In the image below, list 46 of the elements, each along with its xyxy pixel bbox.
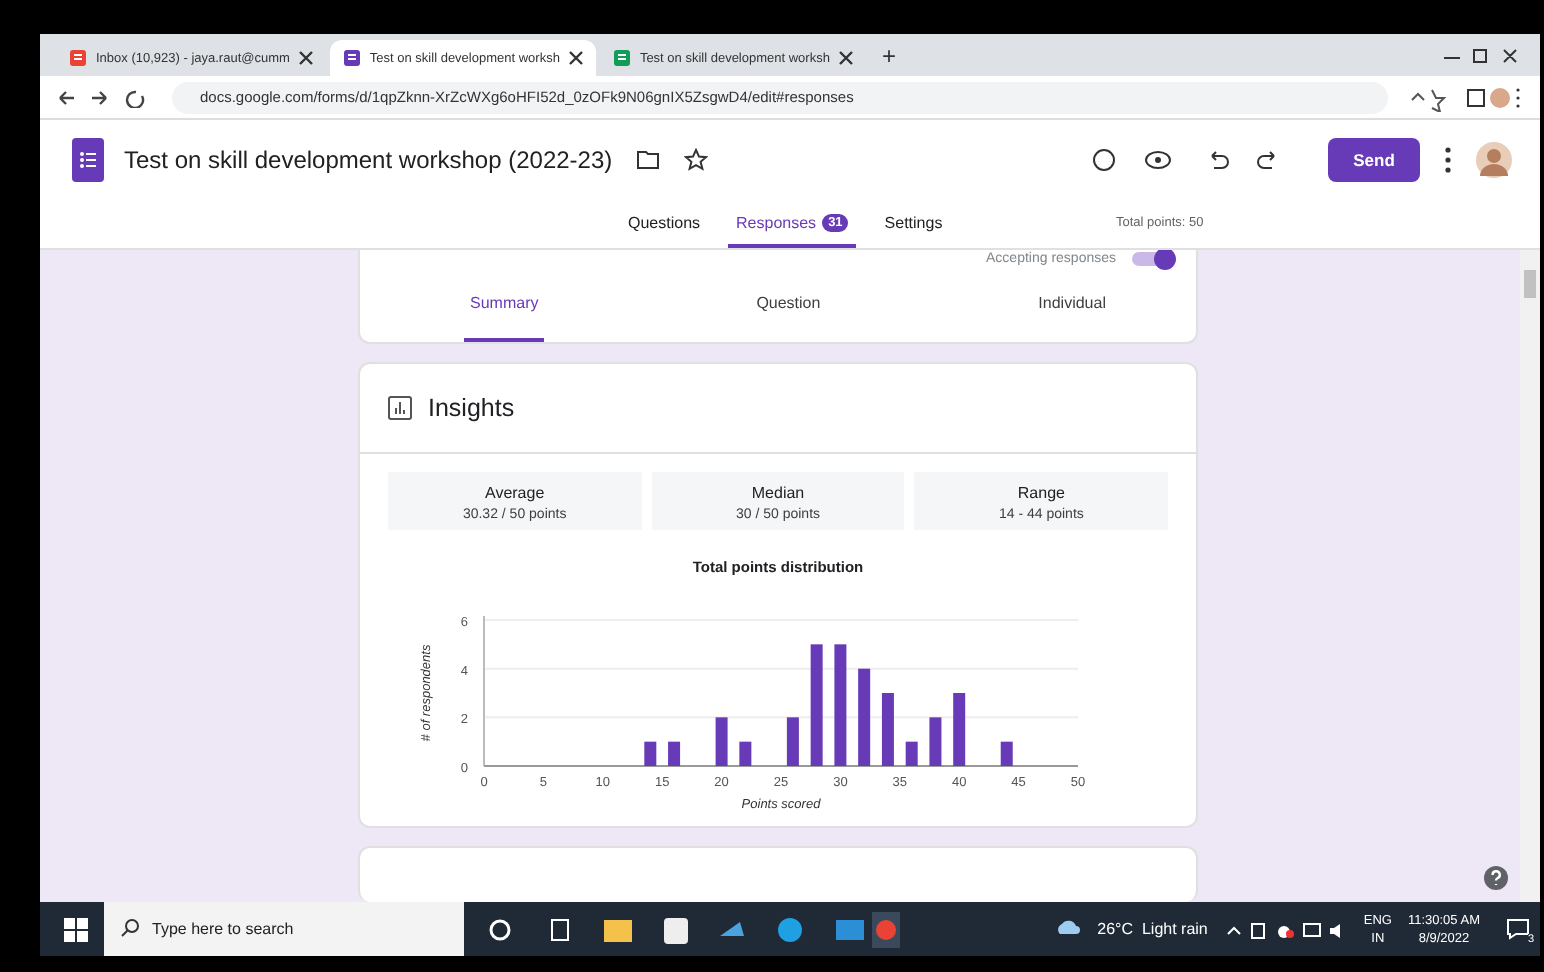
form-nav-tab[interactable]: Settings: [876, 200, 951, 248]
view-tab[interactable]: Individual: [1032, 266, 1112, 342]
chart-bar: [786, 717, 799, 766]
insights-title: Insights: [428, 394, 515, 422]
help-icon[interactable]: [1484, 866, 1508, 890]
form-title: Test on skill development workshop (2022-23): [124, 146, 613, 174]
search-icon: [120, 918, 140, 938]
chart-bar: [953, 693, 966, 766]
star-icon[interactable]: [684, 148, 709, 172]
new-tab-button[interactable]: +: [869, 41, 908, 69]
window-controls-icon[interactable]: [1440, 45, 1520, 65]
chart-bar: [715, 717, 728, 766]
weather-text: 26°C Light rain: [1097, 920, 1208, 938]
app-favicon-icon: [611, 48, 632, 68]
chart-bar: [834, 644, 847, 766]
avatar-icon[interactable]: [1476, 142, 1512, 178]
form-nav-tab[interactable]: Questions: [620, 200, 709, 248]
scrollbar[interactable]: [1520, 250, 1540, 902]
windows-start-icon[interactable]: [64, 917, 88, 941]
stat-label: Average: [485, 484, 545, 502]
forms-logo-icon: [72, 138, 104, 182]
chart-icon: [388, 396, 412, 420]
chart-bar: [881, 693, 894, 766]
chart-bar: [739, 741, 752, 766]
chart-bar: [1000, 741, 1013, 766]
chart-bar: [929, 717, 942, 766]
notification-icon: [1506, 918, 1530, 940]
chart-bar: [644, 741, 657, 766]
taskbar-search-field[interactable]: Type here to search: [104, 902, 464, 956]
close-icon[interactable]: [567, 50, 584, 66]
view-tab[interactable]: Question: [750, 266, 827, 342]
accepting-responses-toggle[interactable]: [1132, 251, 1172, 265]
more-icon[interactable]: [1444, 146, 1452, 174]
app-favicon-icon: [341, 48, 362, 68]
view-tab[interactable]: Summary: [464, 266, 545, 342]
chart-bar: [668, 741, 681, 766]
folder-icon[interactable]: [636, 150, 661, 170]
chart-bar: [858, 668, 871, 766]
stat-label: Median: [751, 484, 805, 502]
close-icon[interactable]: [837, 50, 854, 66]
chart-bar: [905, 741, 918, 766]
chart-bar: [810, 644, 823, 766]
close-icon[interactable]: [297, 50, 314, 66]
app-favicon-icon: [68, 48, 88, 68]
stat-label: Range: [1017, 484, 1065, 502]
send-button[interactable]: Send: [1328, 138, 1420, 182]
